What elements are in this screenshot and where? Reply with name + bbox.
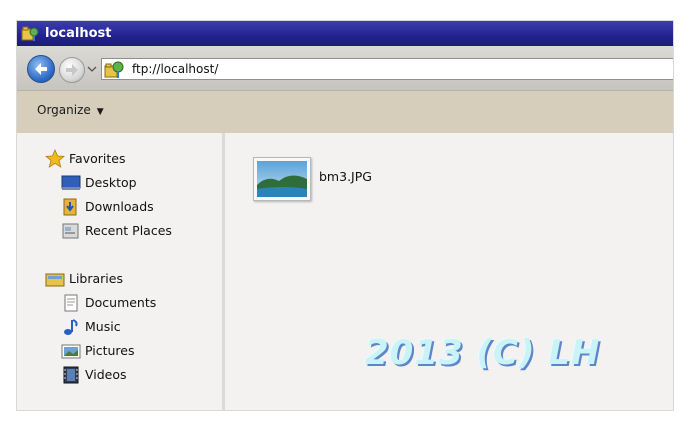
downloads-icon [61, 197, 81, 217]
videos-icon [61, 365, 81, 385]
ftp-location-icon [104, 60, 124, 79]
recent-pages-dropdown-icon[interactable] [87, 65, 97, 73]
organize-label: Organize [37, 103, 91, 117]
navigation-pane[interactable]: Favorites Desktop Downloads Recent Place… [17, 133, 225, 410]
file-name: bm3.JPG [319, 169, 372, 184]
libraries-icon [45, 269, 65, 289]
nav-item-label: Desktop [85, 175, 137, 190]
ftp-folder-icon [21, 25, 39, 42]
window-title: localhost [45, 26, 112, 41]
file-item[interactable]: bm3.JPG [253, 157, 393, 207]
forward-button[interactable] [59, 57, 85, 83]
command-bar: Organize ▼ [17, 91, 673, 133]
address-field[interactable]: ftp://localhost/ [101, 58, 673, 80]
nav-item-label: Recent Places [85, 223, 172, 238]
music-icon [61, 317, 81, 337]
chevron-down-icon: ▼ [96, 107, 104, 117]
address-bar-area: ftp://localhost/ [17, 46, 673, 91]
title-bar[interactable]: localhost [17, 21, 673, 46]
desktop-icon [61, 173, 81, 193]
organize-button[interactable]: Organize ▼ [37, 103, 104, 117]
pictures-icon [61, 341, 81, 361]
back-button[interactable] [27, 55, 55, 83]
nav-libraries-label: Libraries [69, 271, 123, 286]
image-thumbnail [253, 157, 311, 201]
nav-item-label: Downloads [85, 199, 154, 214]
forward-arrow-icon [66, 64, 78, 76]
documents-icon [61, 293, 81, 313]
address-text: ftp://localhost/ [132, 62, 219, 76]
nav-item-label: Pictures [85, 343, 135, 358]
nav-item-label: Music [85, 319, 121, 334]
nav-favorites-label: Favorites [69, 151, 126, 166]
nav-item-label: Documents [85, 295, 157, 310]
star-icon [44, 148, 66, 169]
watermark-text: 2013 (C) LH [365, 333, 601, 373]
nav-item-label: Videos [85, 367, 127, 382]
back-arrow-icon [35, 63, 47, 75]
recent-places-icon [61, 221, 81, 241]
